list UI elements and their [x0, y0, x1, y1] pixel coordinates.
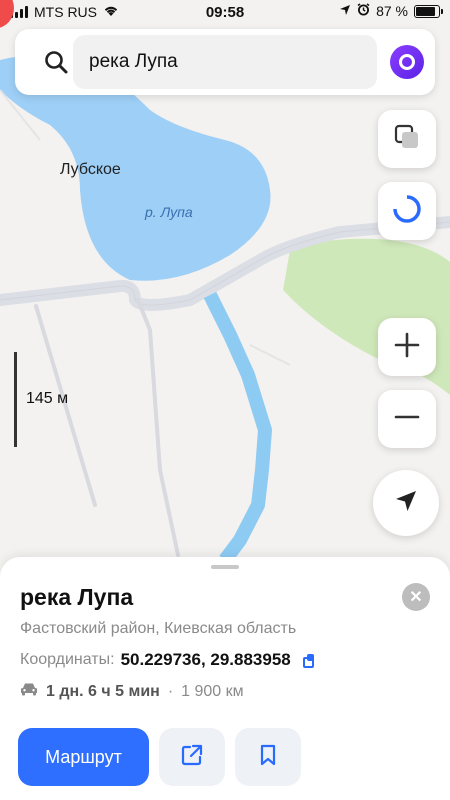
bookmark-icon [259, 744, 277, 771]
scale-bar [14, 352, 17, 447]
route-separator: · [167, 682, 174, 700]
search-bar: река Лупа [15, 29, 435, 95]
coordinates-value[interactable]: 50.229736, 29.883958 [121, 650, 291, 670]
alice-map-button[interactable] [378, 182, 436, 240]
navigation-arrow-icon [394, 489, 418, 518]
alarm-icon [357, 3, 370, 19]
layers-icon [393, 123, 421, 156]
close-icon: ✕ [409, 589, 423, 606]
sheet-grabber[interactable] [211, 565, 239, 569]
status-bar: MTS RUS 09:58 87 % [0, 0, 450, 26]
layers-button[interactable] [378, 110, 436, 168]
search-input[interactable]: река Лупа [73, 35, 377, 89]
minus-icon [394, 404, 420, 435]
alice-icon[interactable] [390, 45, 424, 79]
coordinates-row: Координаты: 50.229736, 29.883958 [20, 650, 315, 670]
route-duration: 1 дн. 6 ч 5 мин [46, 682, 160, 700]
bookmark-button[interactable] [235, 728, 301, 786]
plus-icon [394, 332, 420, 363]
place-title: река Лупа [20, 584, 134, 610]
location-arrow-icon [339, 3, 351, 19]
battery-icon [414, 4, 443, 18]
route-info: 1 дн. 6 ч 5 мин · 1 900 км [20, 682, 244, 701]
wifi-icon [103, 4, 119, 20]
river-label: р. Лупа [145, 204, 193, 220]
share-button[interactable] [159, 728, 225, 786]
action-buttons: Маршрут [18, 728, 301, 786]
coordinates-label: Координаты: [20, 651, 115, 668]
copy-icon[interactable] [302, 654, 315, 668]
route-button[interactable]: Маршрут [18, 728, 149, 786]
alice-ring-icon [391, 193, 423, 230]
zoom-out-button[interactable] [378, 390, 436, 448]
close-button[interactable]: ✕ [402, 583, 430, 611]
route-distance: 1 900 км [181, 682, 244, 700]
scale-label: 145 м [26, 390, 69, 407]
place-card: река Лупа ✕ Фастовский район, Киевская о… [0, 557, 450, 800]
share-icon [181, 744, 203, 771]
car-icon [20, 682, 38, 701]
search-icon[interactable] [43, 49, 69, 75]
village-label: Лубское [60, 161, 121, 178]
carrier-label: MTS RUS [34, 4, 97, 20]
locate-me-button[interactable] [373, 470, 439, 536]
place-subtitle: Фастовский район, Киевская область [20, 620, 297, 637]
zoom-in-button[interactable] [378, 318, 436, 376]
battery-percent: 87 % [376, 3, 408, 19]
